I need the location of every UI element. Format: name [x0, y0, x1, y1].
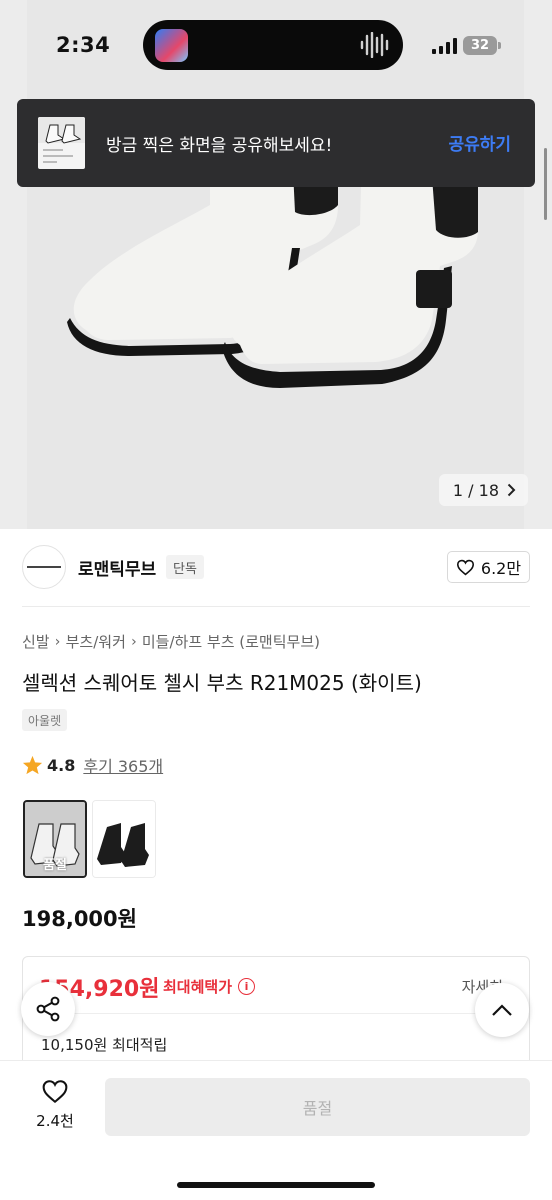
- brand-name[interactable]: 로맨틱무브: [78, 555, 156, 580]
- product-title: 셀렉션 스퀘어토 첼시 부츠 R21M025 (화이트): [22, 671, 422, 695]
- brand-logo-mark: [27, 566, 61, 568]
- max-points-text: 10,150원 최대적립: [41, 1036, 168, 1054]
- brand-like-button[interactable]: 6.2만: [447, 551, 530, 583]
- share-button[interactable]: [21, 982, 75, 1036]
- max-benefit-label-text: 최대혜택가: [163, 978, 233, 996]
- chevron-up-icon: [492, 1003, 512, 1016]
- scrollbar[interactable]: [544, 148, 547, 220]
- soldout-label: 품절: [43, 858, 67, 873]
- battery-icon: 32: [463, 36, 497, 55]
- image-counter-text: 1 / 18: [452, 480, 499, 500]
- rating-row[interactable]: 4.8 후기 365개: [22, 753, 163, 777]
- soldout-button[interactable]: 품절: [105, 1078, 530, 1136]
- status-time: 2:34: [56, 33, 111, 57]
- original-price: 198,000원: [22, 907, 137, 931]
- toast-message: 방금 찍은 화면을 공유해보세요!: [106, 136, 333, 156]
- max-benefit-label[interactable]: 최대혜택가 i: [163, 976, 256, 997]
- brand-row: 로맨틱무브 단독 6.2만: [22, 545, 530, 591]
- wishlist-button[interactable]: 2.4천: [22, 1079, 88, 1139]
- boots-thumbnail-icon: [38, 117, 85, 163]
- color-option-white[interactable]: 품절: [23, 800, 87, 878]
- rating-score: 4.8: [47, 755, 76, 775]
- breadcrumb: 신발 › 부츠/워커 › 미들/하프 부츠 (로맨틱무브): [22, 631, 320, 652]
- star-icon: [22, 755, 43, 775]
- battery-tip: [498, 42, 501, 49]
- color-option-black[interactable]: [92, 800, 156, 878]
- heart-outline-icon: [456, 559, 474, 575]
- brand-like-count: 6.2만: [480, 559, 522, 578]
- chevron-right-icon: ›: [54, 633, 61, 650]
- signal-icon: [432, 38, 457, 54]
- heart-outline-icon: [42, 1080, 68, 1104]
- home-indicator: [177, 1182, 375, 1188]
- scroll-to-top-button[interactable]: [475, 983, 529, 1037]
- brand-logo[interactable]: [22, 545, 66, 589]
- breadcrumb-item[interactable]: 신발: [22, 631, 50, 652]
- section-divider: [22, 606, 530, 607]
- wishlist-count: 2.4천: [36, 1112, 74, 1130]
- benefit-box: 154,920원 최대혜택가 i 자세히 10,150원 최대적립: [22, 956, 530, 1066]
- outlet-tag: 아울렛: [22, 709, 68, 731]
- share-toast: 방금 찍은 화면을 공유해보세요! 공유하기: [17, 99, 535, 187]
- benefit-divider: [23, 1013, 529, 1014]
- dynamic-island: [143, 20, 403, 70]
- app-icon: [155, 29, 188, 62]
- black-boots-thumbnail: [93, 801, 155, 877]
- exclusive-badge: 단독: [166, 555, 204, 579]
- audio-wave-icon: [360, 32, 389, 58]
- image-counter[interactable]: 1 / 18: [438, 474, 528, 506]
- chevron-right-icon: [507, 483, 516, 497]
- breadcrumb-item[interactable]: 부츠/워커: [66, 631, 126, 652]
- share-icon: [36, 996, 60, 1022]
- status-bar: 2:34 32: [0, 0, 552, 90]
- share-now-button[interactable]: 공유하기: [448, 130, 511, 155]
- info-icon[interactable]: i: [238, 978, 256, 995]
- breadcrumb-item[interactable]: 미들/하프 부츠 (로맨틱무브): [142, 631, 320, 652]
- chevron-right-icon: ›: [131, 633, 137, 650]
- screenshot-thumbnail[interactable]: [38, 117, 85, 169]
- review-count-link[interactable]: 후기 365개: [83, 753, 163, 777]
- bottom-action-bar: 2.4천 품절: [0, 1060, 552, 1200]
